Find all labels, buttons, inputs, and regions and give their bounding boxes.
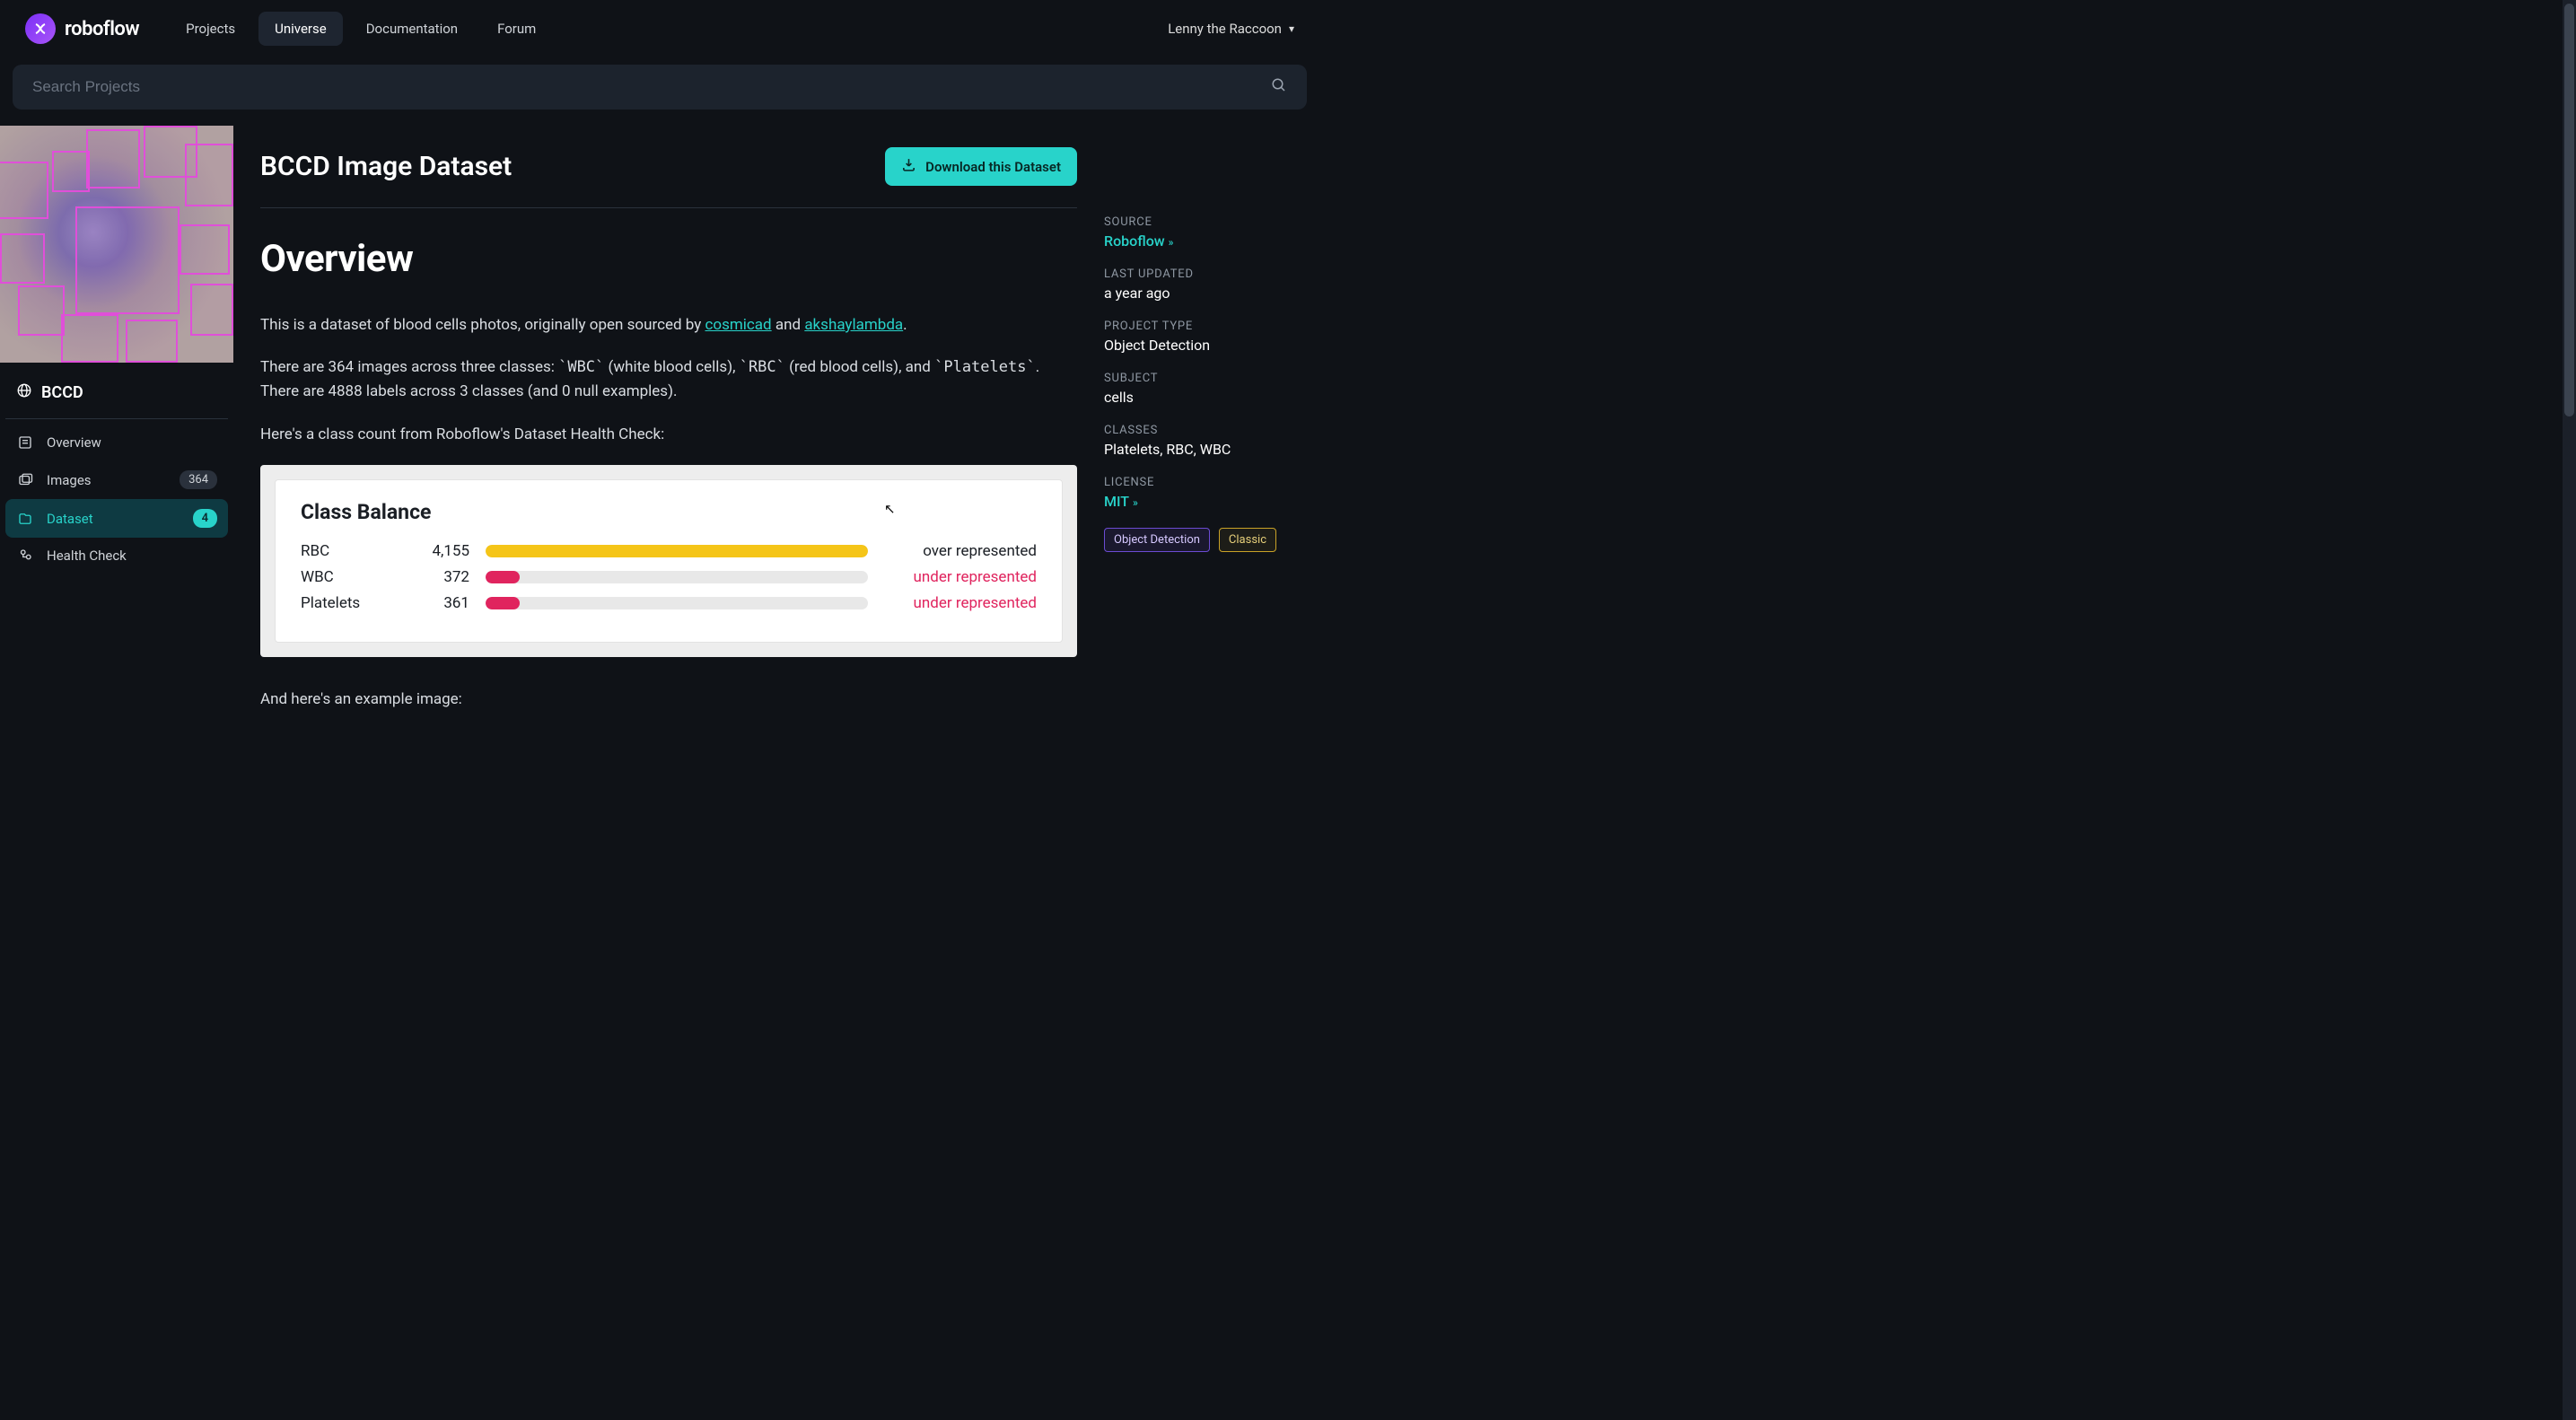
sidebar-nav: Overview Images 364 Dataset 4 H (0, 419, 233, 579)
class-balance-label: Platelets (301, 594, 372, 612)
article: BCCD Image Dataset Download this Dataset… (260, 147, 1077, 707)
sidebar-title: BCCD (0, 363, 233, 418)
class-balance-row: Platelets 361 under represented (301, 594, 1037, 612)
scrollbar[interactable] (2563, 0, 2576, 1420)
topbar: roboflow Projects Universe Documentation… (0, 0, 1319, 57)
sidebar-item-images[interactable]: Images 364 (5, 460, 228, 499)
example-intro: And here's an example image: (260, 688, 1077, 712)
meta-classes-label: CLASSES (1104, 424, 1292, 437)
chevron-down-icon: ▾ (1289, 22, 1294, 35)
class-balance-row: RBC 4,155 over represented (301, 542, 1037, 560)
class-balance-status: under represented (884, 594, 1037, 612)
meta-license-label: LICENSE (1104, 476, 1292, 489)
code-platelets: `Platelets` (934, 358, 1036, 376)
sidebar-item-dataset[interactable]: Dataset 4 (5, 499, 228, 538)
class-balance-row: WBC 372 under represented (301, 568, 1037, 586)
dataset-thumbnail[interactable] (0, 126, 233, 363)
meta-source-label: SOURCE (1104, 215, 1292, 229)
images-icon (16, 472, 34, 488)
search-row (0, 57, 1319, 126)
main: BCCD Image Dataset Download this Dataset… (233, 126, 1319, 729)
nav-projects[interactable]: Projects (170, 12, 251, 46)
sidebar-title-text: BCCD (41, 383, 83, 402)
class-balance-bar (486, 597, 868, 609)
tag-classic[interactable]: Classic (1219, 528, 1276, 552)
header-divider (260, 207, 1077, 208)
class-balance-inner: Class Balance RBC 4,155 over represented WB… (275, 479, 1063, 643)
code-wbc: `WBC` (558, 358, 604, 376)
class-balance-value: 372 (389, 568, 469, 586)
sidebar-badge-images: 364 (180, 470, 217, 489)
brand-mark-icon (25, 13, 56, 44)
globe-icon (16, 382, 32, 402)
sidebar-badge-dataset: 4 (193, 509, 217, 528)
page-title: BCCD Image Dataset (260, 151, 512, 182)
content: BCCD Overview Images 364 Datase (0, 126, 1319, 729)
class-balance-bar (486, 545, 868, 557)
meta-subject-value: cells (1104, 389, 1292, 406)
class-balance-card: Class Balance RBC 4,155 over represented WB… (260, 465, 1077, 657)
overview-icon (16, 434, 34, 451)
meta-updated-label: LAST UPDATED (1104, 267, 1292, 281)
classes-paragraph: There are 364 images across three classe… (260, 355, 1077, 404)
scrollbar-thumb[interactable] (2564, 4, 2574, 416)
meta-type-label: PROJECT TYPE (1104, 320, 1292, 333)
nav-documentation[interactable]: Documentation (350, 12, 474, 46)
class-balance-value: 361 (389, 594, 469, 612)
sidebar-item-health-check[interactable]: Health Check (5, 538, 228, 574)
meta-source-link[interactable]: Roboflow» (1104, 232, 1292, 250)
download-icon (901, 157, 916, 176)
health-intro: Here's a class count from Roboflow's Dat… (260, 423, 1077, 447)
sidebar-item-label: Images (47, 472, 92, 488)
class-balance-status: over represented (884, 542, 1037, 560)
dataset-icon (16, 511, 34, 527)
search-box[interactable] (13, 65, 1307, 110)
brand-name: roboflow (65, 18, 139, 40)
cursor-icon: ↖ (884, 501, 896, 517)
meta-license-link[interactable]: MIT» (1104, 493, 1292, 510)
intro-paragraph: This is a dataset of blood cells photos,… (260, 313, 1077, 337)
sidebar-item-label: Health Check (47, 548, 127, 564)
tag-object-detection[interactable]: Object Detection (1104, 528, 1210, 552)
user-menu[interactable]: Lenny the Raccoon ▾ (1168, 21, 1294, 37)
meta-updated-value: a year ago (1104, 285, 1292, 302)
meta-panel: SOURCE Roboflow» LAST UPDATED a year ago… (1104, 147, 1292, 707)
class-balance-label: RBC (301, 542, 372, 560)
sidebar-item-label: Dataset (47, 511, 93, 527)
sidebar: BCCD Overview Images 364 Datase (0, 126, 233, 729)
user-name: Lenny the Raccoon (1168, 21, 1282, 37)
brand-logo[interactable]: roboflow (25, 13, 139, 44)
class-balance-title: Class Balance (301, 500, 1037, 524)
download-label: Download this Dataset (925, 159, 1061, 175)
meta-type-value: Object Detection (1104, 337, 1292, 354)
class-balance-bar (486, 571, 868, 583)
page-header: BCCD Image Dataset Download this Dataset (260, 147, 1077, 186)
nav-universe[interactable]: Universe (258, 12, 343, 46)
sidebar-item-overview[interactable]: Overview (5, 425, 228, 460)
search-icon[interactable] (1271, 77, 1287, 98)
class-balance-label: WBC (301, 568, 372, 586)
nav-forum[interactable]: Forum (481, 12, 552, 46)
code-rbc: `RBC` (740, 358, 785, 376)
meta-tags: Object Detection Classic (1104, 528, 1292, 552)
double-chevron-icon: » (1169, 236, 1174, 249)
class-balance-status: under represented (884, 568, 1037, 586)
class-balance-value: 4,155 (389, 542, 469, 560)
section-heading: Overview (260, 237, 1077, 281)
sidebar-item-label: Overview (47, 434, 101, 451)
meta-classes-value: Platelets, RBC, WBC (1104, 441, 1292, 458)
link-cosmicad[interactable]: cosmicad (705, 316, 772, 334)
search-input[interactable] (32, 78, 1271, 96)
meta-subject-label: SUBJECT (1104, 372, 1292, 385)
double-chevron-icon: » (1133, 496, 1138, 509)
top-nav: Projects Universe Documentation Forum (170, 12, 552, 46)
link-akshaylambda[interactable]: akshaylambda (804, 316, 903, 334)
health-check-icon (16, 548, 34, 564)
download-button[interactable]: Download this Dataset (885, 147, 1077, 186)
